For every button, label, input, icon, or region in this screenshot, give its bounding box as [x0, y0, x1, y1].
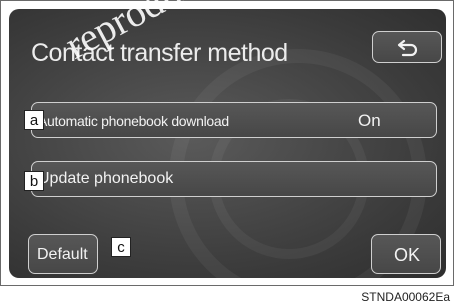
- automatic-phonebook-download-label: Automatic phonebook download: [38, 113, 229, 129]
- back-arrow-icon: [397, 39, 418, 57]
- illustration-frame: Contact transfer method Automatic phoneb…: [0, 0, 454, 286]
- default-button-label: Default: [37, 246, 88, 263]
- page-title: Contact transfer method: [31, 39, 288, 67]
- automatic-phonebook-download-value: On: [358, 111, 381, 130]
- back-button[interactable]: [372, 31, 442, 63]
- automatic-phonebook-download-button[interactable]: Automatic phonebook download On: [31, 102, 437, 138]
- default-button[interactable]: Default: [28, 234, 98, 274]
- callout-marker-a: a: [24, 110, 44, 130]
- callout-marker-c: c: [111, 237, 131, 257]
- document-code: STNDA00062Ea: [361, 290, 450, 304]
- update-phonebook-label: Update phonebook: [38, 170, 174, 187]
- update-phonebook-button[interactable]: Update phonebook: [31, 161, 437, 197]
- display-screen: Contact transfer method Automatic phoneb…: [9, 9, 446, 278]
- callout-marker-b: b: [24, 171, 44, 191]
- ok-button[interactable]: OK: [371, 234, 441, 274]
- ok-button-label: OK: [394, 245, 421, 265]
